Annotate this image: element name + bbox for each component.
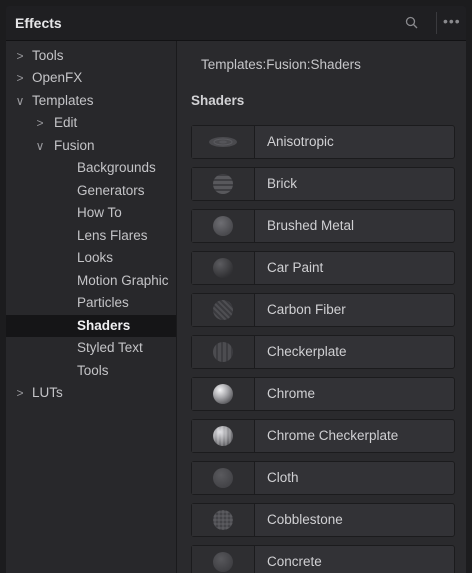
effects-panel: Effects ••• > Tools > OpenFX ∨ Templates…: [6, 6, 466, 573]
tree-item-label: Looks: [77, 250, 114, 265]
header-divider: [436, 12, 437, 34]
effect-tile-chrome-checkerplate[interactable]: Chrome Checkerplate: [191, 419, 455, 453]
tree-item-label: Shaders: [77, 318, 131, 333]
section-title: Shaders: [191, 93, 245, 108]
tree-item-label: Particles: [77, 295, 129, 310]
anisotropic-thumbnail-icon: [192, 126, 255, 158]
cobblestone-thumbnail-icon: [192, 504, 255, 536]
tree-item-label: Lens Flares: [77, 228, 148, 243]
tree-item-label: Generators: [77, 183, 145, 198]
effect-tile-label: Brick: [267, 176, 297, 191]
tree-item-luts[interactable]: > LUTs: [6, 382, 176, 404]
chrome-thumbnail-icon: [192, 378, 255, 410]
effects-content: Templates:Fusion:Shaders Shaders Anisotr…: [177, 41, 466, 573]
tree-item-edit[interactable]: > Edit: [6, 112, 176, 134]
effect-tile-brushed-metal[interactable]: Brushed Metal: [191, 209, 455, 243]
tree-item-looks[interactable]: Looks: [6, 247, 176, 269]
chevron-right-icon[interactable]: >: [14, 67, 26, 89]
tree-item-templates[interactable]: ∨ Templates: [6, 90, 176, 112]
effect-tile-car-paint[interactable]: Car Paint: [191, 251, 455, 285]
brick-thumbnail-icon: [192, 168, 255, 200]
panel-header: Effects •••: [6, 6, 466, 41]
effect-tile-label: Chrome Checkerplate: [267, 428, 399, 443]
search-icon[interactable]: [404, 15, 420, 31]
tree-item-tools[interactable]: > Tools: [6, 45, 176, 67]
effect-tile-label: Brushed Metal: [267, 218, 355, 233]
tree-item-fusion-tools[interactable]: Tools: [6, 360, 176, 382]
effect-tile-checkerplate[interactable]: Checkerplate: [191, 335, 455, 369]
tree-item-label: Styled Text: [77, 340, 143, 355]
effect-tile-brick[interactable]: Brick: [191, 167, 455, 201]
tree-item-lens-flares[interactable]: Lens Flares: [6, 225, 176, 247]
effect-tile-carbon-fiber[interactable]: Carbon Fiber: [191, 293, 455, 327]
effect-tile-label: Concrete: [267, 554, 322, 569]
tree-item-openfx[interactable]: > OpenFX: [6, 67, 176, 89]
tree-item-label: OpenFX: [32, 70, 83, 85]
checkerplate-thumbnail-icon: [192, 336, 255, 368]
tree-item-how-to[interactable]: How To: [6, 202, 176, 224]
tree-item-label: Tools: [32, 48, 64, 63]
effect-tile-cloth[interactable]: Cloth: [191, 461, 455, 495]
breadcrumb: Templates:Fusion:Shaders: [201, 57, 361, 72]
tree-item-label: Motion Graphic: [77, 273, 169, 288]
tree-item-styled-text[interactable]: Styled Text: [6, 337, 176, 359]
effect-tile-label: Anisotropic: [267, 134, 334, 149]
tree-item-backgrounds[interactable]: Backgrounds: [6, 157, 176, 179]
tree-item-label: Edit: [54, 115, 78, 130]
effect-tile-label: Checkerplate: [267, 344, 347, 359]
effects-tree: > Tools > OpenFX ∨ Templates > Edit ∨ Fu…: [6, 41, 177, 573]
tree-item-shaders[interactable]: Shaders: [6, 315, 176, 337]
chrome-checkerplate-thumbnail-icon: [192, 420, 255, 452]
effect-tile-label: Car Paint: [267, 260, 324, 275]
tree-item-label: Backgrounds: [77, 160, 156, 175]
chevron-right-icon[interactable]: >: [34, 112, 46, 134]
effect-tile-label: Chrome: [267, 386, 316, 401]
effect-tile-chrome[interactable]: Chrome: [191, 377, 455, 411]
car-paint-thumbnail-icon: [192, 252, 255, 284]
effect-tile-label: Carbon Fiber: [267, 302, 346, 317]
tree-item-fusion[interactable]: ∨ Fusion: [6, 135, 176, 157]
effect-tile-cobblestone[interactable]: Cobblestone: [191, 503, 455, 537]
carbon-fiber-thumbnail-icon: [192, 294, 255, 326]
tree-item-label: Templates: [32, 93, 94, 108]
panel-title: Effects: [15, 15, 62, 31]
tree-item-label: How To: [77, 205, 122, 220]
effect-tile-concrete[interactable]: Concrete: [191, 545, 455, 573]
cloth-thumbnail-icon: [192, 462, 255, 494]
more-options-icon[interactable]: •••: [443, 6, 465, 36]
tree-item-label: LUTs: [32, 385, 63, 400]
brushed-metal-thumbnail-icon: [192, 210, 255, 242]
tree-item-particles[interactable]: Particles: [6, 292, 176, 314]
effect-tile-label: Cloth: [267, 470, 299, 485]
concrete-thumbnail-icon: [192, 546, 255, 573]
chevron-down-icon[interactable]: ∨: [14, 90, 26, 112]
effect-tile-anisotropic[interactable]: Anisotropic: [191, 125, 455, 159]
tree-item-label: Fusion: [54, 138, 95, 153]
tree-item-motion-graphics[interactable]: Motion Graphic: [6, 270, 176, 292]
tree-item-label: Tools: [77, 363, 109, 378]
chevron-right-icon[interactable]: >: [14, 45, 26, 67]
effect-tile-label: Cobblestone: [267, 512, 343, 527]
chevron-right-icon[interactable]: >: [14, 382, 26, 404]
tree-item-generators[interactable]: Generators: [6, 180, 176, 202]
chevron-down-icon[interactable]: ∨: [34, 135, 46, 157]
